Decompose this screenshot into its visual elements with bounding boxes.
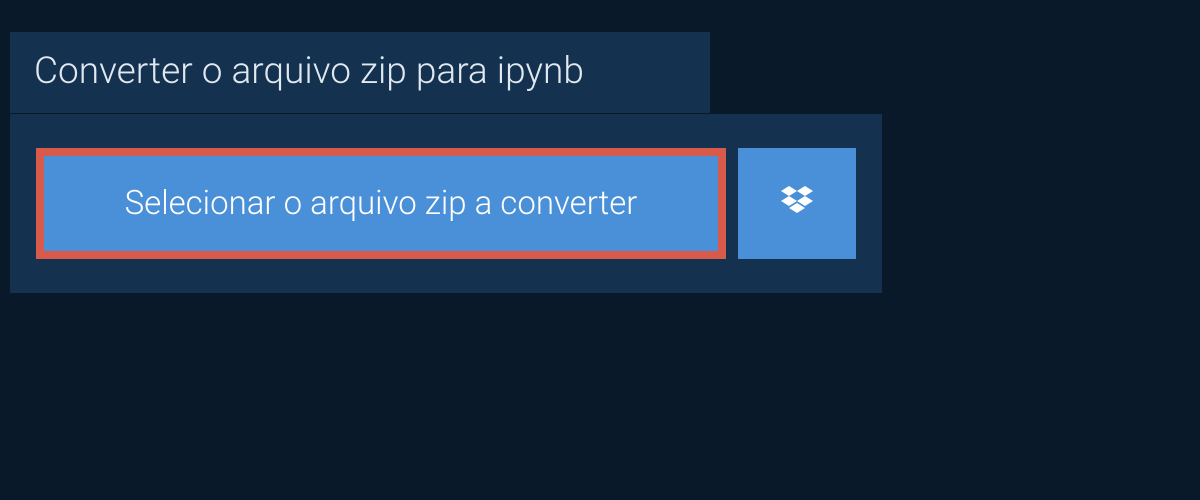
dropbox-button[interactable]: [738, 148, 856, 259]
page-title: Converter o arquivo zip para ipynb: [10, 32, 710, 113]
dropbox-icon: [777, 184, 817, 224]
upload-panel: Selecionar o arquivo zip a converter: [10, 114, 882, 293]
select-file-label: Selecionar o arquivo zip a converter: [125, 184, 638, 223]
select-file-button[interactable]: Selecionar o arquivo zip a converter: [36, 148, 726, 259]
page-container: Converter o arquivo zip para ipynb Selec…: [0, 0, 1200, 500]
